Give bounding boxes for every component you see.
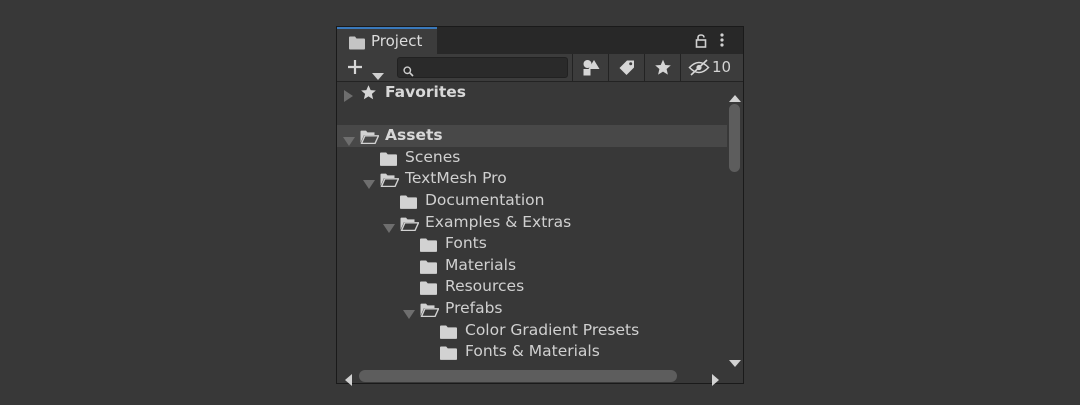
folder-open-icon bbox=[420, 302, 440, 321]
folder-icon bbox=[420, 237, 437, 256]
filter-by-type-button[interactable] bbox=[572, 54, 608, 81]
tree-item-label: Color Gradient Presets bbox=[465, 320, 640, 339]
chevron-right-icon[interactable] bbox=[344, 87, 353, 106]
project-window: Project 10 Favorites Assets Scenes TextM… bbox=[336, 26, 744, 386]
folder-icon bbox=[420, 280, 437, 299]
tree-row-assets[interactable]: Assets bbox=[337, 125, 727, 147]
tree-row-scenes[interactable]: Scenes bbox=[337, 147, 727, 169]
lock-icon[interactable] bbox=[694, 33, 708, 52]
scroll-right-arrow-icon[interactable] bbox=[712, 371, 719, 390]
tree-item-label: Resources bbox=[445, 277, 525, 296]
assets-label: Assets bbox=[385, 126, 443, 144]
tree-row-resources[interactable]: Resources bbox=[337, 276, 727, 298]
kebab-menu-icon[interactable] bbox=[719, 32, 725, 52]
tree-item-label: Documentation bbox=[425, 191, 545, 209]
search-field[interactable] bbox=[397, 57, 568, 78]
tab-project[interactable]: Project bbox=[337, 27, 437, 54]
folder-icon bbox=[349, 35, 365, 54]
eye-slash-icon bbox=[688, 59, 710, 76]
folder-open-icon bbox=[380, 172, 400, 191]
folder-tree: Favorites Assets Scenes TextMesh Pro Docum… bbox=[337, 82, 727, 368]
tree-row-prefabs[interactable]: Prefabs bbox=[337, 298, 727, 320]
folder-icon bbox=[380, 151, 397, 170]
tree-row-color-gradient-presets[interactable]: Color Gradient Presets bbox=[337, 320, 727, 342]
tree-row-fonts-materials[interactable]: Fonts & Materials bbox=[337, 341, 727, 363]
star-icon bbox=[360, 84, 377, 105]
folder-open-icon bbox=[400, 216, 420, 235]
tab-label: Project bbox=[371, 32, 423, 50]
shapes-icon bbox=[583, 60, 600, 76]
search-input[interactable] bbox=[418, 59, 564, 76]
tree-item-label: Examples & Extras bbox=[425, 212, 572, 231]
folder-icon bbox=[440, 324, 457, 343]
tree-row-textmesh-pro[interactable]: TextMesh Pro bbox=[337, 168, 727, 190]
hidden-packages-button[interactable]: 10 bbox=[680, 54, 741, 81]
horizontal-scroll-thumb[interactable] bbox=[359, 370, 677, 382]
favorites-label: Favorites bbox=[385, 83, 466, 101]
scroll-left-arrow-icon[interactable] bbox=[345, 371, 352, 390]
vertical-scrollbar[interactable] bbox=[727, 82, 743, 368]
folder-icon bbox=[400, 194, 417, 213]
toolbar: 10 bbox=[337, 54, 743, 82]
tree-item-label: Fonts bbox=[445, 234, 487, 253]
tree-item-label: Materials bbox=[445, 255, 517, 274]
tree-row-fonts[interactable]: Fonts bbox=[337, 233, 727, 255]
tree-row-documentation[interactable]: Documentation bbox=[337, 190, 727, 212]
plus-icon[interactable] bbox=[347, 59, 363, 79]
tree-row-favorites[interactable]: Favorites bbox=[337, 82, 727, 104]
folder-icon bbox=[440, 345, 457, 364]
tab-bar: Project bbox=[337, 27, 743, 54]
favorite-search-button[interactable] bbox=[644, 54, 680, 81]
horizontal-scrollbar[interactable] bbox=[337, 368, 743, 386]
vertical-scroll-thumb[interactable] bbox=[729, 104, 740, 172]
tree-row-materials[interactable]: Materials bbox=[337, 255, 727, 277]
tree-item-label: Fonts & Materials bbox=[465, 342, 600, 361]
folder-open-icon bbox=[360, 129, 380, 148]
tree-row-examples-extras[interactable]: Examples & Extras bbox=[337, 212, 727, 234]
tree-item-label: TextMesh Pro bbox=[405, 169, 507, 188]
hidden-count: 10 bbox=[712, 58, 732, 76]
search-icon bbox=[403, 62, 414, 81]
tree-item-label: Prefabs bbox=[445, 299, 503, 317]
folder-icon bbox=[420, 259, 437, 278]
tree-item-label: Scenes bbox=[405, 147, 461, 166]
star-icon bbox=[655, 59, 671, 75]
tag-icon bbox=[619, 60, 634, 75]
filter-by-label-button[interactable] bbox=[608, 54, 644, 81]
